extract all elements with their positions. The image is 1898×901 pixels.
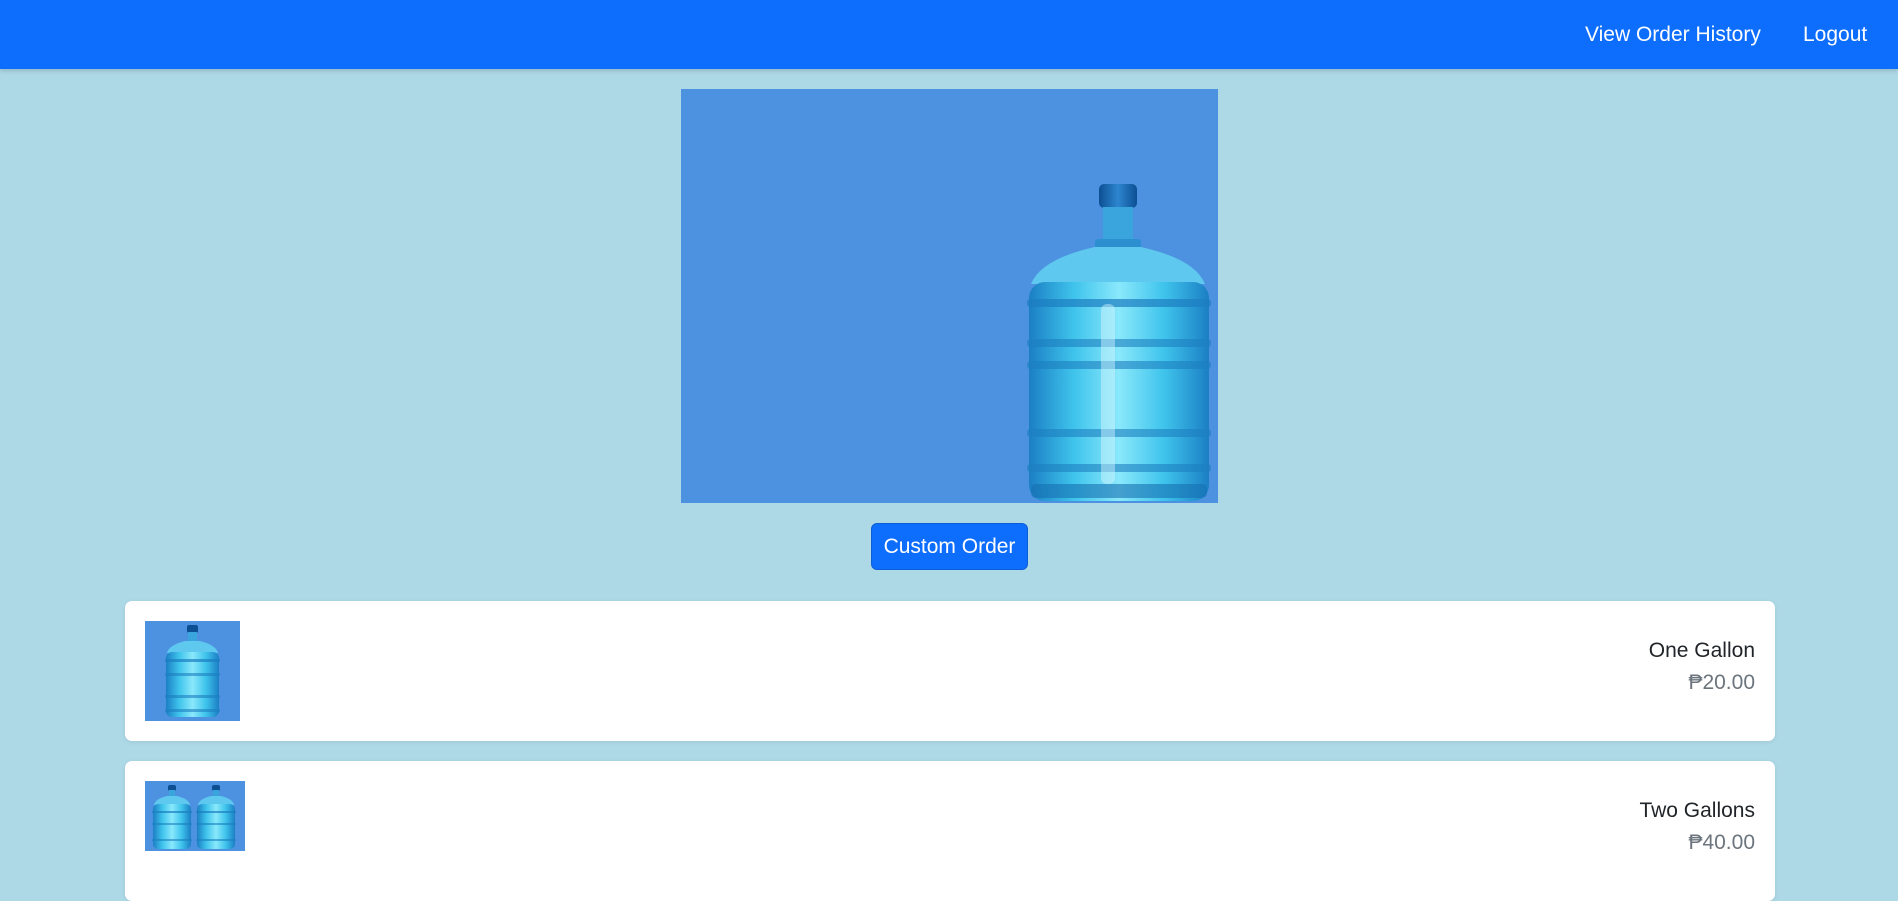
product-card-one-gallon[interactable]: One Gallon ₱20.00: [125, 601, 1775, 741]
product-thumbnail: [145, 781, 245, 851]
water-gallon-icon: [165, 625, 220, 717]
logout-link[interactable]: Logout: [1803, 0, 1867, 69]
product-card-two-gallons[interactable]: Two Gallons ₱40.00: [125, 761, 1775, 901]
product-name: Two Gallons: [1639, 799, 1755, 822]
top-navbar: View Order History Logout: [0, 0, 1898, 69]
product-name: One Gallon: [1648, 639, 1755, 662]
water-gallon-icon: [1027, 184, 1211, 501]
product-price: ₱20.00: [1688, 671, 1755, 694]
view-order-history-link[interactable]: View Order History: [1585, 0, 1761, 69]
custom-order-button[interactable]: Custom Order: [871, 523, 1028, 570]
hero-banner-image: [681, 89, 1218, 503]
product-thumbnail: [145, 621, 240, 721]
water-gallon-icon: [152, 785, 236, 849]
product-price: ₱40.00: [1688, 831, 1755, 854]
